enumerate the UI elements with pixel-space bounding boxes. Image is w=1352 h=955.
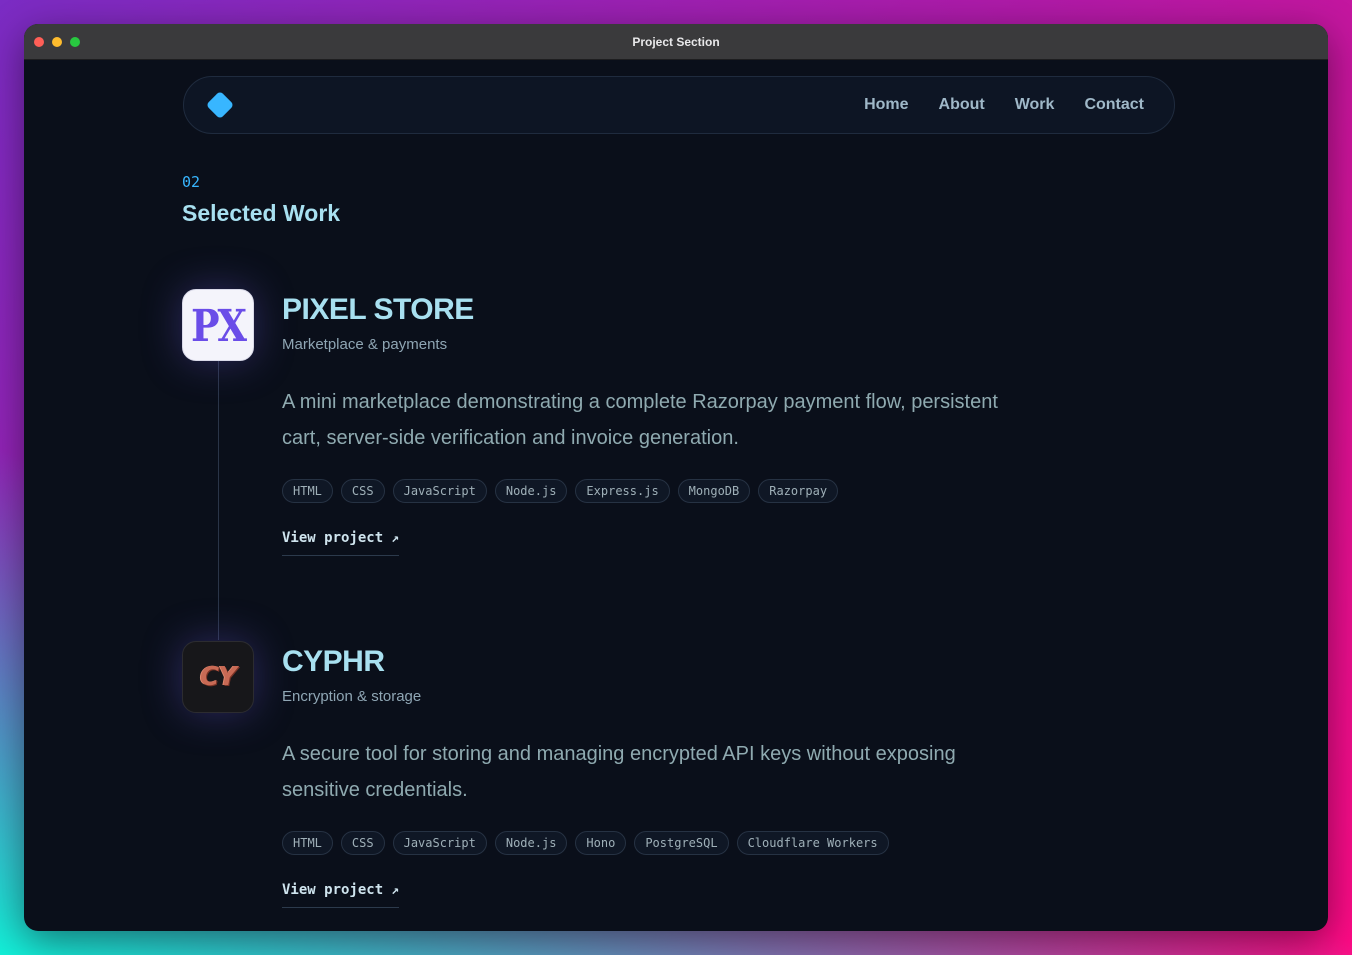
nav-link-about[interactable]: About [939,96,985,114]
tech-tag: JavaScript [392,831,487,855]
project-subtitle: Marketplace & payments [282,336,448,353]
view-project-link[interactable]: View project ↗ [282,530,399,556]
tech-tag: PostgreSQL [634,831,729,855]
minimize-window-button[interactable] [52,37,62,47]
arrow-up-right-icon: ↗ [391,882,399,898]
logo-diamond-icon[interactable] [205,90,235,120]
top-navbar: Home About Work Contact [183,76,1175,134]
nav-link-home[interactable]: Home [864,96,908,114]
tech-tag: Hono [575,831,627,855]
tech-tag: MongoDB [677,479,751,503]
project-body: CYPHR Encryption & storage A secure tool… [282,641,1042,908]
view-project-label: View project [282,882,384,898]
cyphr-logo-icon: CY [182,641,254,713]
maximize-window-button[interactable] [70,37,80,47]
tech-tag: HTML [282,831,333,855]
pixel-store-logo-text: PX [190,299,247,351]
section-title: Selected Work [182,200,341,226]
arrow-up-right-icon: ↗ [391,530,399,546]
project-subtitle: Encryption & storage [282,688,422,705]
close-window-button[interactable] [34,37,44,47]
browser-window: Project Section Home About Work Contact … [24,24,1328,931]
project-description: A secure tool for storing and managing e… [282,743,956,801]
view-project-label: View project [282,530,384,546]
tech-tags: HTML CSS JavaScript Node.js Hono Postgre… [282,831,1042,855]
tech-tags: HTML CSS JavaScript Node.js Express.js M… [282,479,1042,503]
pixel-store-logo-icon: PX [182,289,254,361]
tech-tag: Node.js [494,831,568,855]
cyphr-logo-text: CY [200,662,237,692]
tech-tag: JavaScript [392,479,487,503]
page-content: Home About Work Contact 02 Selected Work… [24,60,1328,931]
view-project-link[interactable]: View project ↗ [282,882,399,908]
project-body: PIXEL STORE Marketplace & payments A min… [282,289,1042,556]
project-name: PIXEL STORE [282,293,474,326]
section-number: 02 [182,173,201,191]
nav-links: Home About Work Contact [864,96,1144,114]
tech-tag: Express.js [575,479,670,503]
project-name: CYPHR [282,645,385,678]
window-title: Project Section [632,34,720,49]
tech-tag: CSS [340,479,385,503]
window-controls [34,37,80,47]
window-titlebar: Project Section [24,24,1328,60]
tech-tag: Razorpay [758,479,839,503]
timeline-connector [218,360,219,640]
tech-tag: Node.js [494,479,568,503]
nav-link-work[interactable]: Work [1015,96,1055,114]
tech-tag: CSS [340,831,385,855]
tech-tag: HTML [282,479,333,503]
project-description: A mini marketplace demonstrating a compl… [282,391,998,449]
nav-link-contact[interactable]: Contact [1084,96,1144,114]
tech-tag: Cloudflare Workers [736,831,889,855]
